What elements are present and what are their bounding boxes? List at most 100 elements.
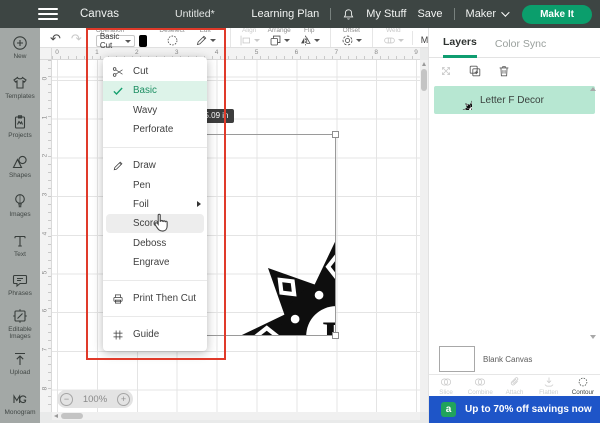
menu-item-guide[interactable]: Guide bbox=[103, 325, 207, 344]
action-contour[interactable]: Contour bbox=[566, 375, 600, 396]
zoom-control: − 100% + bbox=[57, 390, 133, 408]
blank-canvas-row: Blank Canvas bbox=[429, 344, 600, 374]
ruler-number: 0 bbox=[52, 49, 62, 56]
menu-item-engrave[interactable]: Engrave bbox=[103, 253, 207, 272]
chevron-down-icon bbox=[254, 39, 260, 42]
sidebar-item-phrases[interactable]: Phrases bbox=[0, 265, 40, 305]
flip-icon[interactable] bbox=[299, 34, 312, 47]
operation-dropdown[interactable]: Basic Cut bbox=[96, 35, 135, 47]
flatten-icon bbox=[543, 376, 555, 388]
machine-selector[interactable]: Maker bbox=[466, 8, 508, 20]
list-scroll-up-icon[interactable] bbox=[590, 87, 596, 91]
guide-icon bbox=[112, 328, 133, 341]
menu-item-pen[interactable]: Pen bbox=[103, 175, 207, 194]
menu-item-cut[interactable]: Cut bbox=[103, 62, 207, 81]
speech-icon bbox=[12, 272, 28, 288]
deselect-icon[interactable] bbox=[166, 34, 179, 47]
chevron-down-icon bbox=[356, 39, 362, 42]
sidebar-item-upload[interactable]: Upload bbox=[0, 344, 40, 384]
tab-color-sync[interactable]: Color Sync bbox=[495, 38, 546, 57]
scroll-up-icon[interactable] bbox=[422, 62, 426, 66]
clipboard-icon bbox=[12, 114, 28, 130]
hamburger-menu-icon[interactable] bbox=[38, 8, 58, 20]
ruler-number: 4 bbox=[42, 228, 49, 238]
shapes-icon bbox=[12, 154, 28, 170]
ruler-number: 5 bbox=[252, 49, 262, 56]
tab-layers[interactable]: Layers bbox=[443, 36, 477, 58]
menu-item-deboss[interactable]: Deboss bbox=[103, 233, 207, 252]
ruler-number: 2 bbox=[132, 49, 142, 56]
layer-row-letter-f-decor[interactable]: Letter F Decor bbox=[434, 86, 595, 114]
scroll-left-icon[interactable] bbox=[54, 414, 58, 418]
chevron-down-icon bbox=[501, 8, 509, 16]
menu-item-perforate[interactable]: Perforate bbox=[103, 120, 207, 139]
printer-icon bbox=[112, 292, 133, 305]
menu-item-wavy[interactable]: Wavy bbox=[103, 101, 207, 120]
learning-plan-link[interactable]: Learning Plan bbox=[251, 8, 319, 20]
offset-icon[interactable] bbox=[341, 34, 354, 47]
duplicate-icon[interactable] bbox=[468, 64, 482, 78]
ruler-number: 7 bbox=[331, 49, 341, 56]
canvas-horizontal-scrollbar[interactable] bbox=[52, 412, 420, 420]
list-scroll-down-icon[interactable] bbox=[590, 335, 596, 339]
ruler-number: 0 bbox=[42, 74, 49, 84]
sidebar-item-monogram[interactable]: Monogram bbox=[0, 384, 40, 423]
blank-canvas-thumbnail[interactable] bbox=[439, 346, 475, 372]
ruler-number: 8 bbox=[42, 383, 49, 393]
canvas-label: Canvas bbox=[80, 8, 119, 20]
action-flatten[interactable]: Flatten bbox=[532, 375, 566, 396]
operation-dropdown-menu: Cut Basic Wavy Perforate bbox=[103, 57, 207, 351]
selection-handle[interactable] bbox=[332, 332, 339, 339]
ruler-number: 8 bbox=[371, 49, 381, 56]
ruler-number: 1 bbox=[42, 112, 49, 122]
layers-panel: Layers Color Sync Letter F Decor Bl bbox=[428, 28, 600, 423]
canvas-vertical-scrollbar[interactable] bbox=[420, 60, 428, 412]
color-swatch[interactable] bbox=[139, 35, 148, 47]
align-icon[interactable] bbox=[239, 34, 252, 47]
zoom-out-button[interactable]: − bbox=[60, 393, 73, 406]
action-attach[interactable]: Attach bbox=[497, 375, 531, 396]
blank-canvas-label: Blank Canvas bbox=[483, 355, 532, 364]
zoom-in-button[interactable]: + bbox=[117, 393, 130, 406]
action-combine[interactable]: Combine bbox=[463, 375, 497, 396]
panel-tabs: Layers Color Sync bbox=[429, 28, 600, 58]
sidebar-item-templates[interactable]: Templates bbox=[0, 68, 40, 108]
sidebar-item-new[interactable]: New bbox=[0, 28, 40, 68]
contour-icon bbox=[577, 376, 589, 388]
menu-item-basic[interactable]: Basic bbox=[103, 81, 207, 100]
selection-handle[interactable] bbox=[332, 131, 339, 138]
top-bar: Canvas Untitled* Learning Plan My Stuff … bbox=[0, 0, 600, 28]
weld-icon[interactable] bbox=[383, 34, 396, 47]
deals-extension-icon: a bbox=[441, 402, 456, 417]
sidebar-item-editable-images[interactable]: Editable Images bbox=[0, 305, 40, 345]
shirt-icon bbox=[12, 75, 28, 91]
chevron-down-icon bbox=[314, 39, 320, 42]
edit-pencil-icon[interactable] bbox=[195, 34, 208, 47]
sidebar-item-shapes[interactable]: Shapes bbox=[0, 147, 40, 187]
arrange-icon[interactable] bbox=[269, 34, 282, 47]
sidebar-item-text[interactable]: Text bbox=[0, 226, 40, 266]
menu-item-draw[interactable]: Draw bbox=[103, 156, 207, 175]
notifications-bell-icon[interactable] bbox=[342, 8, 355, 21]
my-stuff-link[interactable]: My Stuff bbox=[366, 8, 406, 20]
balloon-icon bbox=[12, 193, 28, 209]
ungroup-icon[interactable] bbox=[439, 64, 453, 78]
undo-icon[interactable]: ↶ bbox=[50, 31, 61, 44]
sidebar-item-images[interactable]: Images bbox=[0, 186, 40, 226]
redo-icon[interactable]: ↷ bbox=[71, 31, 82, 44]
pencil-icon bbox=[112, 159, 133, 172]
menu-item-print-then-cut[interactable]: Print Then Cut bbox=[103, 289, 207, 308]
attach-icon bbox=[509, 376, 521, 388]
editable-icon bbox=[12, 308, 28, 324]
action-slice[interactable]: Slice bbox=[429, 375, 463, 396]
chevron-down-icon bbox=[284, 39, 290, 42]
sidebar-item-projects[interactable]: Projects bbox=[0, 107, 40, 147]
ruler-number: 5 bbox=[42, 267, 49, 277]
save-link[interactable]: Save bbox=[417, 8, 442, 20]
upload-icon bbox=[12, 351, 28, 367]
menu-item-foil[interactable]: Foil bbox=[103, 195, 207, 214]
promo-text[interactable]: Up to 70% off savings now bbox=[465, 404, 592, 415]
ruler-number: 7 bbox=[42, 344, 49, 354]
make-it-button[interactable]: Make It bbox=[522, 5, 592, 24]
delete-trash-icon[interactable] bbox=[497, 64, 511, 78]
